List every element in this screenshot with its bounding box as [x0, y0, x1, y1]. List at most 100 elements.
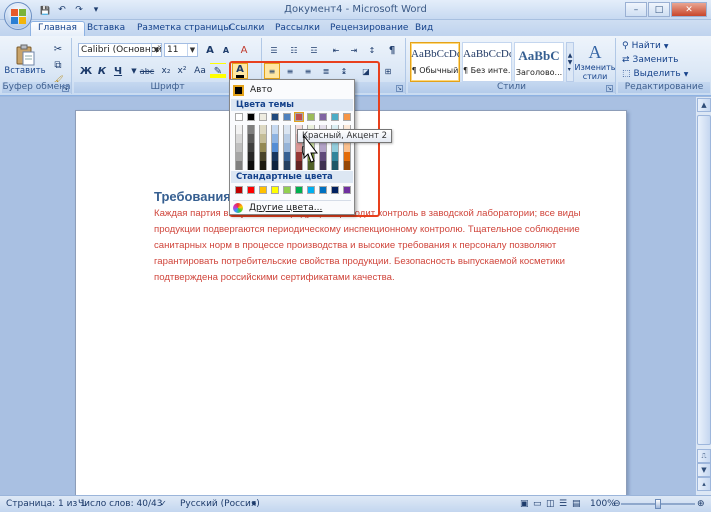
ruler-toggle-icon[interactable]: ⎍: [697, 449, 711, 463]
font-color-button[interactable]: A: [232, 63, 248, 79]
theme-color-swatch[interactable]: [343, 113, 351, 121]
theme-shade-swatch[interactable]: [343, 152, 351, 161]
highlight-icon[interactable]: ✎: [210, 63, 226, 79]
vertical-scrollbar[interactable]: ▲ ⎍ ▼ ▴: [695, 97, 711, 495]
theme-color-swatch[interactable]: [294, 112, 304, 122]
scroll-down-icon[interactable]: ▼: [697, 463, 711, 477]
theme-shade-swatch[interactable]: [259, 143, 267, 152]
theme-color-swatch[interactable]: [283, 113, 291, 121]
zoom-level[interactable]: 100%: [590, 499, 616, 509]
theme-shade-swatch[interactable]: [331, 161, 339, 170]
tab-home[interactable]: Главная: [30, 21, 85, 37]
theme-shade-swatch[interactable]: [259, 161, 267, 170]
theme-shade-swatch[interactable]: [271, 143, 279, 152]
tab-view[interactable]: Вид: [408, 22, 440, 36]
full-screen-view-icon[interactable]: ▭: [533, 499, 542, 509]
theme-shade-swatch[interactable]: [259, 125, 267, 134]
outline-view-icon[interactable]: ☰: [559, 499, 567, 509]
multilevel-list-icon[interactable]: ☲: [306, 42, 322, 58]
replace-button[interactable]: ⇄ Заменить: [622, 55, 678, 65]
font-size-combo[interactable]: 11 ▼: [164, 43, 198, 57]
change-styles-button[interactable]: A Изменить стили: [575, 40, 616, 82]
theme-shade-swatch[interactable]: [283, 152, 291, 161]
select-button[interactable]: ⬚ Выделить ▼: [622, 69, 688, 79]
zoom-out-icon[interactable]: ⊖: [613, 499, 621, 509]
theme-shade-swatch[interactable]: [283, 134, 291, 143]
web-view-icon[interactable]: ◫: [546, 499, 555, 509]
clear-formatting-button[interactable]: A: [236, 42, 252, 58]
theme-shade-swatch[interactable]: [271, 125, 279, 134]
change-case-button[interactable]: Aa: [192, 63, 208, 79]
standard-color-swatch[interactable]: [259, 186, 267, 194]
styles-scroll-icon[interactable]: ▲ ▼ ▾: [566, 42, 574, 82]
standard-color-swatch[interactable]: [331, 186, 339, 194]
theme-color-swatch[interactable]: [307, 113, 315, 121]
paste-button[interactable]: Вставить: [4, 40, 46, 80]
style-no-spacing[interactable]: AaBbCcDc ¶ Без инте...: [462, 42, 512, 82]
style-normal[interactable]: AaBbCcDc ¶ Обычный: [410, 42, 460, 82]
standard-color-swatch[interactable]: [235, 186, 243, 194]
zoom-in-icon[interactable]: ⊕: [697, 499, 705, 509]
theme-color-swatch[interactable]: [331, 113, 339, 121]
theme-shade-swatch[interactable]: [247, 143, 255, 152]
underline-button[interactable]: Ч: [110, 63, 126, 79]
theme-shade-swatch[interactable]: [271, 152, 279, 161]
cut-icon[interactable]: ✂: [50, 41, 66, 57]
minimize-button[interactable]: –: [625, 2, 647, 17]
show-formatting-icon[interactable]: ¶: [384, 42, 400, 58]
office-button[interactable]: [4, 2, 32, 30]
theme-shade-swatch[interactable]: [235, 161, 243, 170]
standard-color-swatch[interactable]: [247, 186, 255, 194]
grow-font-button[interactable]: A: [202, 42, 218, 58]
theme-shade-swatch[interactable]: [271, 134, 279, 143]
auto-color-option[interactable]: Авто: [233, 83, 351, 97]
language[interactable]: Русский (Россия): [180, 499, 260, 509]
shading-icon[interactable]: ◪: [358, 63, 374, 79]
line-spacing-icon[interactable]: ↨: [336, 63, 352, 79]
italic-button[interactable]: К: [94, 63, 110, 79]
zoom-slider-knob[interactable]: [655, 499, 661, 509]
standard-color-swatch[interactable]: [295, 186, 303, 194]
align-right-icon[interactable]: ≡: [300, 63, 316, 79]
page-count[interactable]: Страница: 1 из 1: [6, 499, 86, 509]
numbering-icon[interactable]: ☷: [286, 42, 302, 58]
find-button[interactable]: ⚲ Найти ▼: [622, 41, 668, 51]
bullets-icon[interactable]: ☰: [266, 42, 282, 58]
theme-shade-swatch[interactable]: [247, 125, 255, 134]
tab-insert[interactable]: Вставка: [80, 22, 132, 36]
more-colors-option[interactable]: Другие цвета...: [233, 200, 351, 213]
sort-icon[interactable]: ↕: [364, 42, 380, 58]
theme-shade-swatch[interactable]: [283, 125, 291, 134]
close-button[interactable]: ✕: [671, 2, 707, 17]
paragraph-launcher-icon[interactable]: ↘: [396, 85, 403, 92]
scroll-thumb[interactable]: [697, 115, 711, 445]
standard-color-swatch[interactable]: [283, 186, 291, 194]
theme-color-swatch[interactable]: [235, 113, 243, 121]
scroll-up-icon[interactable]: ▲: [697, 98, 711, 112]
increase-indent-icon[interactable]: ⇥: [346, 42, 362, 58]
theme-color-swatch[interactable]: [271, 113, 279, 121]
spelling-check-icon[interactable]: ✓: [160, 499, 167, 508]
bold-button[interactable]: Ж: [78, 63, 94, 79]
tab-review[interactable]: Рецензирование: [323, 22, 415, 36]
standard-color-swatch[interactable]: [319, 186, 327, 194]
theme-shade-swatch[interactable]: [259, 134, 267, 143]
theme-shade-swatch[interactable]: [235, 152, 243, 161]
justify-icon[interactable]: ≣: [318, 63, 334, 79]
tab-references[interactable]: Ссылки: [222, 22, 271, 36]
standard-color-swatch[interactable]: [343, 186, 351, 194]
subscript-button[interactable]: x₂: [158, 63, 174, 79]
font-name-combo[interactable]: Calibri (Основной те ▼: [78, 43, 162, 57]
shrink-font-button[interactable]: A: [218, 42, 234, 58]
decrease-indent-icon[interactable]: ⇤: [328, 42, 344, 58]
theme-shade-swatch[interactable]: [283, 143, 291, 152]
align-center-icon[interactable]: ≡: [282, 63, 298, 79]
theme-shade-swatch[interactable]: [331, 143, 339, 152]
strikethrough-button[interactable]: abc: [138, 63, 156, 79]
align-left-icon[interactable]: ≡: [264, 63, 280, 79]
standard-color-swatch[interactable]: [271, 186, 279, 194]
tab-mailings[interactable]: Рассылки: [268, 22, 327, 36]
theme-shade-swatch[interactable]: [283, 161, 291, 170]
theme-shade-swatch[interactable]: [235, 125, 243, 134]
theme-shade-swatch[interactable]: [271, 161, 279, 170]
